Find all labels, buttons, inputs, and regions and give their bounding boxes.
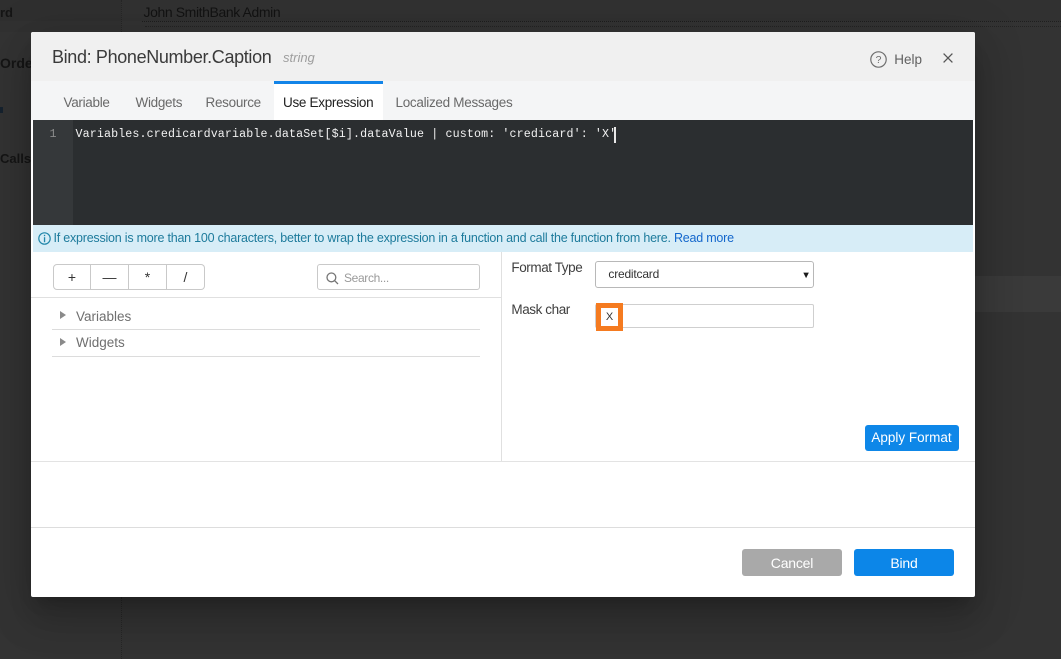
svg-text:?: ? [876,54,882,66]
